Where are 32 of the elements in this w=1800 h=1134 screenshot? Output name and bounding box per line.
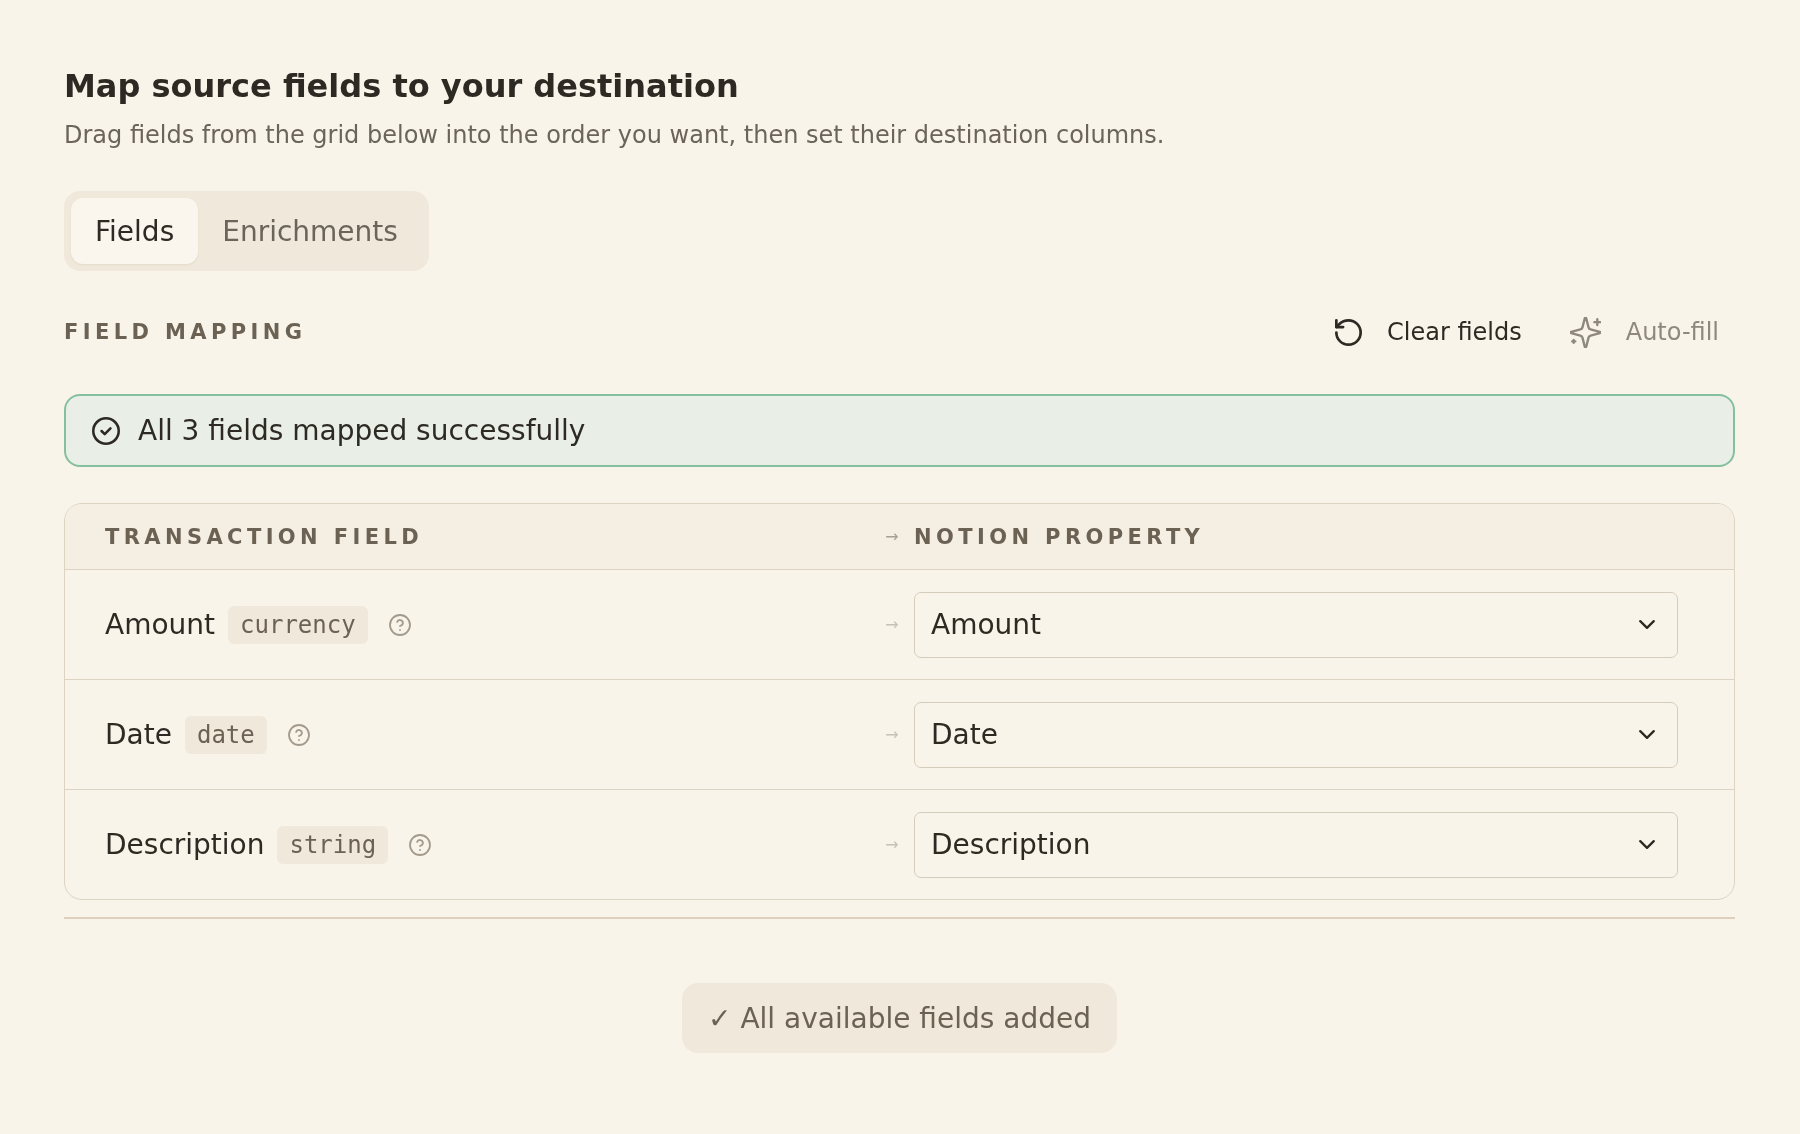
question-circle-icon[interactable] (287, 723, 310, 746)
mapping-arrow: → (885, 835, 899, 854)
chevron-down-icon (1639, 840, 1655, 849)
question-circle-icon[interactable] (388, 613, 411, 636)
field-type-tag: currency (228, 605, 368, 644)
property-select[interactable]: Date (914, 701, 1678, 768)
counterclockwise-arrow-icon (1335, 318, 1363, 346)
tab[interactable]: Fields (71, 198, 199, 264)
field-type-tag: string (277, 825, 389, 864)
question-circle-icon[interactable] (409, 833, 432, 856)
page-title: Map source fields to your destination (64, 66, 739, 106)
banner-message: All 3 fields mapped successfully (138, 414, 586, 447)
header-arrow: → (885, 527, 899, 546)
field-type-tag: date (184, 715, 267, 754)
field-name: Amount (105, 608, 216, 641)
chevron-down-icon (1639, 730, 1655, 739)
status-pill: ✓ All available fields added (682, 983, 1117, 1053)
circle-check-icon (92, 416, 120, 445)
page-subtitle: Drag fields from the grid below into the order you want, then set their destination columns. (64, 120, 1165, 150)
field-name: Description (105, 828, 265, 861)
property-select[interactable]: Amount (914, 591, 1678, 658)
property-select[interactable]: Description (914, 811, 1678, 878)
sparkle-icon (1569, 316, 1601, 348)
clear-fields-button[interactable]: Clear fields (1319, 312, 1538, 352)
field-name: Date (105, 718, 172, 751)
mapping-arrow: → (885, 725, 899, 744)
column-header: TRANSACTION FIELD (105, 524, 424, 549)
mapping-arrow: → (885, 615, 899, 634)
column-header: NOTION PROPERTY (914, 524, 1205, 549)
tab[interactable]: Enrichments (198, 198, 422, 264)
section-heading: FIELD MAPPING (64, 320, 307, 344)
chevron-down-icon (1639, 620, 1655, 629)
